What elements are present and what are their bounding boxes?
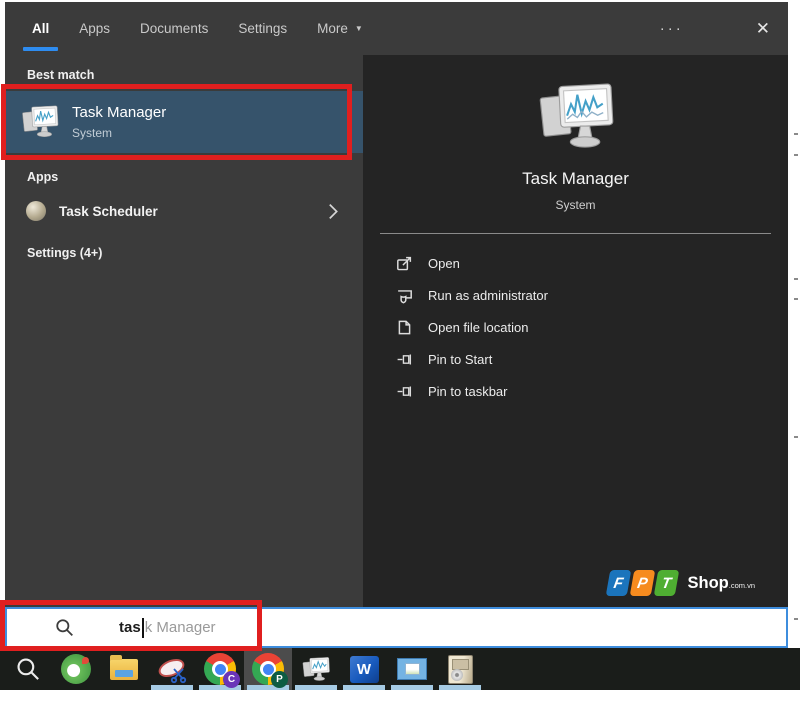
search-autocomplete-text: k Manager — [144, 619, 216, 636]
pin-icon — [397, 386, 412, 396]
cropped-text-artifact — [794, 618, 798, 620]
taskbar-snipping-tool[interactable] — [148, 648, 196, 690]
search-filter-tabbar: All Apps Documents Settings More ▼ ··· ✕ — [5, 2, 788, 55]
best-match-header: Best match — [27, 68, 95, 82]
result-title: Task Manager — [72, 104, 167, 121]
result-task-manager[interactable]: Task Manager System — [5, 91, 363, 153]
action-run-as-administrator-label: Run as administrator — [428, 287, 548, 303]
tab-settings-label: Settings — [238, 21, 288, 36]
file-explorer-icon — [110, 654, 138, 680]
action-open-label: Open — [428, 255, 460, 271]
preview-subtitle: System — [555, 198, 596, 212]
cropped-text-artifact — [794, 133, 798, 135]
action-open[interactable]: Open — [363, 247, 788, 279]
action-pin-to-taskbar-label: Pin to taskbar — [428, 383, 508, 399]
preview-pane: Task Manager System Open Run as administ… — [363, 55, 788, 648]
search-flyout: All Apps Documents Settings More ▼ ··· ✕… — [5, 2, 788, 648]
close-icon[interactable]: ✕ — [756, 20, 770, 37]
taskbar-file-explorer[interactable] — [100, 648, 148, 690]
taskbar-photo-viewer[interactable] — [388, 648, 436, 690]
result-task-scheduler[interactable]: Task Scheduler — [5, 195, 363, 227]
taskbar: C P W — [0, 648, 800, 690]
task-manager-icon — [22, 105, 59, 137]
action-pin-to-start[interactable]: Pin to Start — [363, 343, 788, 375]
task-scheduler-icon — [26, 201, 46, 221]
taskbar-installer[interactable] — [436, 648, 484, 690]
cropped-text-artifact — [794, 298, 798, 300]
tab-more[interactable]: More ▼ — [317, 2, 363, 55]
tab-settings[interactable]: Settings — [238, 2, 287, 55]
action-pin-to-start-label: Pin to Start — [428, 351, 493, 367]
search-input[interactable]: tas k Manager — [5, 607, 788, 648]
tab-apps-label: Apps — [79, 21, 111, 36]
action-run-as-administrator[interactable]: Run as administrator — [363, 279, 788, 311]
taskbar-word[interactable]: W — [340, 648, 388, 690]
tab-documents-label: Documents — [140, 21, 209, 36]
action-open-file-location[interactable]: Open file location — [363, 311, 788, 343]
task-manager-icon — [302, 656, 330, 681]
tab-documents[interactable]: Documents — [140, 2, 208, 55]
action-pin-to-taskbar[interactable]: Pin to taskbar — [363, 375, 788, 407]
task-manager-icon — [539, 83, 613, 148]
result-subtitle: System — [72, 126, 113, 140]
snipping-tool-icon — [155, 654, 188, 684]
apps-section-header: Apps — [27, 170, 59, 184]
tab-more-label: More — [317, 21, 348, 36]
coccoc-browser-icon — [61, 654, 91, 684]
taskbar-chrome-profile-c[interactable]: C — [196, 648, 244, 690]
fpt-letter-t: T — [654, 570, 680, 596]
fpt-shop-text: Shop — [687, 573, 729, 592]
tab-apps[interactable]: Apps — [79, 2, 110, 55]
cropped-text-artifact — [794, 154, 798, 156]
action-list: Open Run as administrator Open file loca… — [363, 247, 788, 407]
tab-all-label: All — [32, 21, 50, 36]
search-icon — [17, 658, 39, 680]
cropped-text-artifact — [794, 436, 798, 438]
fpt-letter-f: F — [606, 570, 632, 596]
result-task-scheduler-label: Task Scheduler — [59, 203, 158, 219]
preview-title: Task Manager — [522, 169, 629, 188]
more-options-icon[interactable]: ··· — [660, 20, 684, 37]
taskbar-search-button[interactable] — [4, 648, 52, 690]
profile-badge: C — [223, 671, 240, 688]
word-icon: W — [349, 655, 379, 683]
chevron-right-icon — [329, 203, 338, 219]
tab-all[interactable]: All — [22, 2, 59, 55]
settings-section-header: Settings (4+) — [27, 246, 103, 260]
chevron-down-icon: ▼ — [354, 24, 363, 33]
open-icon — [397, 256, 412, 270]
chrome-profile-icon: C — [204, 653, 240, 688]
chrome-profile-icon: P — [252, 653, 288, 688]
taskbar-coccoc-browser[interactable] — [52, 648, 100, 690]
run-as-administrator-icon — [398, 289, 412, 304]
text-caret — [141, 617, 144, 638]
photo-viewer-icon — [397, 658, 427, 680]
fpt-domain-text: .com.vn — [728, 581, 755, 590]
fpt-letter-p: P — [630, 570, 656, 596]
search-icon — [56, 619, 73, 636]
search-results-pane: Best match Task Manager System Apps Task… — [5, 55, 363, 648]
taskbar-task-manager[interactable] — [292, 648, 340, 690]
action-open-file-location-label: Open file location — [428, 319, 529, 335]
pin-icon — [397, 354, 412, 364]
fpt-shop-logo: F P T Shop .com.vn — [606, 570, 755, 596]
divider — [380, 233, 771, 234]
cropped-text-artifact — [794, 278, 798, 280]
search-typed-text: tas — [119, 619, 141, 636]
taskbar-chrome-profile-p[interactable]: P — [244, 648, 292, 690]
profile-badge: P — [271, 671, 288, 688]
open-file-location-icon — [398, 320, 411, 334]
installer-icon — [447, 654, 473, 684]
